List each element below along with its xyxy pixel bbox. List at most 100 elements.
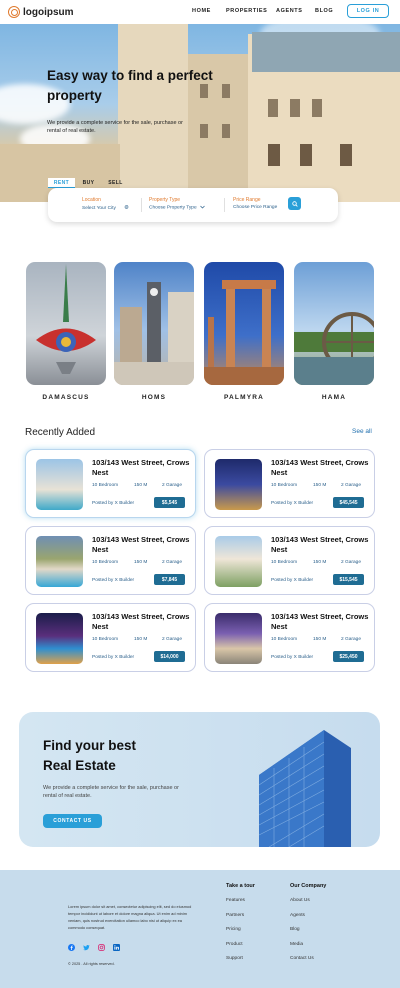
window xyxy=(200,124,208,138)
promo-title-line2: Real Estate xyxy=(43,758,116,773)
location-value: Select Your City xyxy=(82,205,129,211)
property-type-field[interactable]: Property Type Choose Property Type xyxy=(149,197,205,210)
posted-by: Posted by X Builder xyxy=(271,578,314,583)
footer-link[interactable]: Blog xyxy=(290,927,326,942)
linkedin-icon[interactable] xyxy=(113,944,120,951)
listing-card[interactable]: 103/143 West Street, Crows Nest 10 Bedro… xyxy=(204,526,375,595)
city-card-hama[interactable] xyxy=(294,262,374,385)
login-button[interactable]: LOG IN xyxy=(347,4,389,18)
listing-image xyxy=(36,536,83,587)
nav-link-properties[interactable]: PROPERTIES xyxy=(226,8,267,14)
garage: 2 Garage xyxy=(341,560,362,565)
contact-us-button[interactable]: CONTACT US xyxy=(43,814,102,828)
listing-card[interactable]: 103/143 West Street, Crows Nest 10 Bedro… xyxy=(204,449,375,518)
window xyxy=(268,144,280,166)
listing-card[interactable]: 103/143 West Street, Crows Nest 10 Bedro… xyxy=(25,526,196,595)
footer-link[interactable]: Product xyxy=(226,942,255,957)
city-name-homs: HOMS xyxy=(141,394,167,401)
price-badge[interactable]: $14,000 xyxy=(154,651,185,662)
price-badge[interactable]: $7,845 xyxy=(154,574,185,585)
nav-link-home[interactable]: HOME xyxy=(192,8,211,14)
hero-banner: Easy way to find a perfect property We p… xyxy=(0,24,400,202)
price-badge[interactable]: $15,545 xyxy=(333,574,364,585)
footer-link[interactable]: Contact Us xyxy=(290,956,326,971)
bedrooms: 10 Bedroom xyxy=(92,483,119,488)
see-all-link[interactable]: See all xyxy=(352,428,372,435)
posted-by: Posted by X Builder xyxy=(92,655,135,660)
separator xyxy=(141,198,142,212)
window xyxy=(300,144,312,166)
chevron-down-icon xyxy=(200,205,205,209)
listing-title: 103/143 West Street, Crows Nest xyxy=(92,535,190,554)
nav-link-blog[interactable]: BLOG xyxy=(315,8,333,14)
city-card-palmyra[interactable] xyxy=(204,262,284,385)
area: 150 M xyxy=(313,483,327,488)
price-badge[interactable]: $45,545 xyxy=(333,497,364,508)
footer-link[interactable]: Partners xyxy=(226,913,255,928)
promo-banner: Find your best Real Estate We provide a … xyxy=(19,712,380,847)
social-links xyxy=(68,944,120,951)
copyright: © 2025 . All rights reserved. xyxy=(68,962,115,966)
twitter-icon[interactable] xyxy=(83,944,90,951)
listing-card[interactable]: 103/143 West Street, Crows Nest 10 Bedro… xyxy=(25,603,196,672)
building xyxy=(118,24,188,202)
bedrooms: 10 Bedroom xyxy=(92,637,119,642)
bedrooms: 10 Bedroom xyxy=(271,560,298,565)
location-pin-icon xyxy=(124,205,129,209)
footer-link[interactable]: Media xyxy=(290,942,326,957)
footer-column-tour: Take a tour Features Partners Pricing Pr… xyxy=(226,883,255,971)
hero-title: Easy way to find a perfect property xyxy=(47,68,213,103)
footer-link[interactable]: Support xyxy=(226,956,255,971)
bedrooms: 10 Bedroom xyxy=(271,483,298,488)
tab-rent[interactable]: RENT xyxy=(48,178,75,188)
footer-link[interactable]: Agents xyxy=(290,913,326,928)
city-name-palmyra: PALMYRA xyxy=(223,394,265,401)
listing-title: 103/143 West Street, Crows Nest xyxy=(92,458,190,477)
city-card-damascus[interactable] xyxy=(26,262,106,385)
footer-link[interactable]: About Us xyxy=(290,898,326,913)
search-panel: Location Select Your City Property Type … xyxy=(48,188,338,222)
area: 150 M xyxy=(313,637,327,642)
window xyxy=(222,124,230,138)
facebook-icon[interactable] xyxy=(68,944,75,951)
listing-card[interactable]: 103/143 West Street, Crows Nest 10 Bedro… xyxy=(25,449,196,518)
posted-by: Posted by X Builder xyxy=(92,578,135,583)
price-badge[interactable]: $5,545 xyxy=(154,497,185,508)
garage: 2 Garage xyxy=(162,483,183,488)
promo-title-line1: Find your best xyxy=(43,738,137,753)
skyscraper-image xyxy=(258,730,351,847)
nav-link-agents[interactable]: AGENTS xyxy=(276,8,303,14)
window xyxy=(290,99,300,117)
listing-card[interactable]: 103/143 West Street, Crows Nest 10 Bedro… xyxy=(204,603,375,672)
search-icon xyxy=(291,200,298,207)
price-range-field[interactable]: Price Range Choose Price Range xyxy=(233,197,277,210)
logo[interactable]: logoipsum xyxy=(8,6,74,18)
location-placeholder: Select Your City xyxy=(82,205,116,211)
listing-title: 103/143 West Street, Crows Nest xyxy=(271,535,369,554)
top-nav: logoipsum HOME PROPERTIES AGENTS BLOG LO… xyxy=(0,0,400,24)
building-top xyxy=(252,32,400,72)
garage: 2 Garage xyxy=(162,637,183,642)
window xyxy=(312,99,322,117)
city-card-homs[interactable] xyxy=(114,262,194,385)
bedrooms: 10 Bedroom xyxy=(271,637,298,642)
logo-text: logoipsum xyxy=(23,6,74,18)
listing-title: 103/143 West Street, Crows Nest xyxy=(271,458,369,477)
price-badge[interactable]: $25,450 xyxy=(333,651,364,662)
promo-subtitle: We provide a complete service for the sa… xyxy=(43,785,179,799)
search-button[interactable] xyxy=(288,197,301,210)
tab-sell[interactable]: SELL xyxy=(102,178,129,188)
posted-by: Posted by X Builder xyxy=(271,655,314,660)
palmyra-ruins-image xyxy=(204,280,284,385)
tab-buy[interactable]: BUY xyxy=(75,178,102,188)
listing-image xyxy=(36,459,83,510)
footer-link[interactable]: Features xyxy=(226,898,255,913)
footer-link[interactable]: Pricing xyxy=(226,927,255,942)
window xyxy=(222,84,230,98)
logo-icon xyxy=(8,6,20,18)
window xyxy=(340,144,352,166)
instagram-icon[interactable] xyxy=(98,944,105,951)
location-field[interactable]: Location Select Your City xyxy=(82,197,129,211)
window xyxy=(268,99,278,117)
footer-heading: Our Company xyxy=(290,883,327,889)
